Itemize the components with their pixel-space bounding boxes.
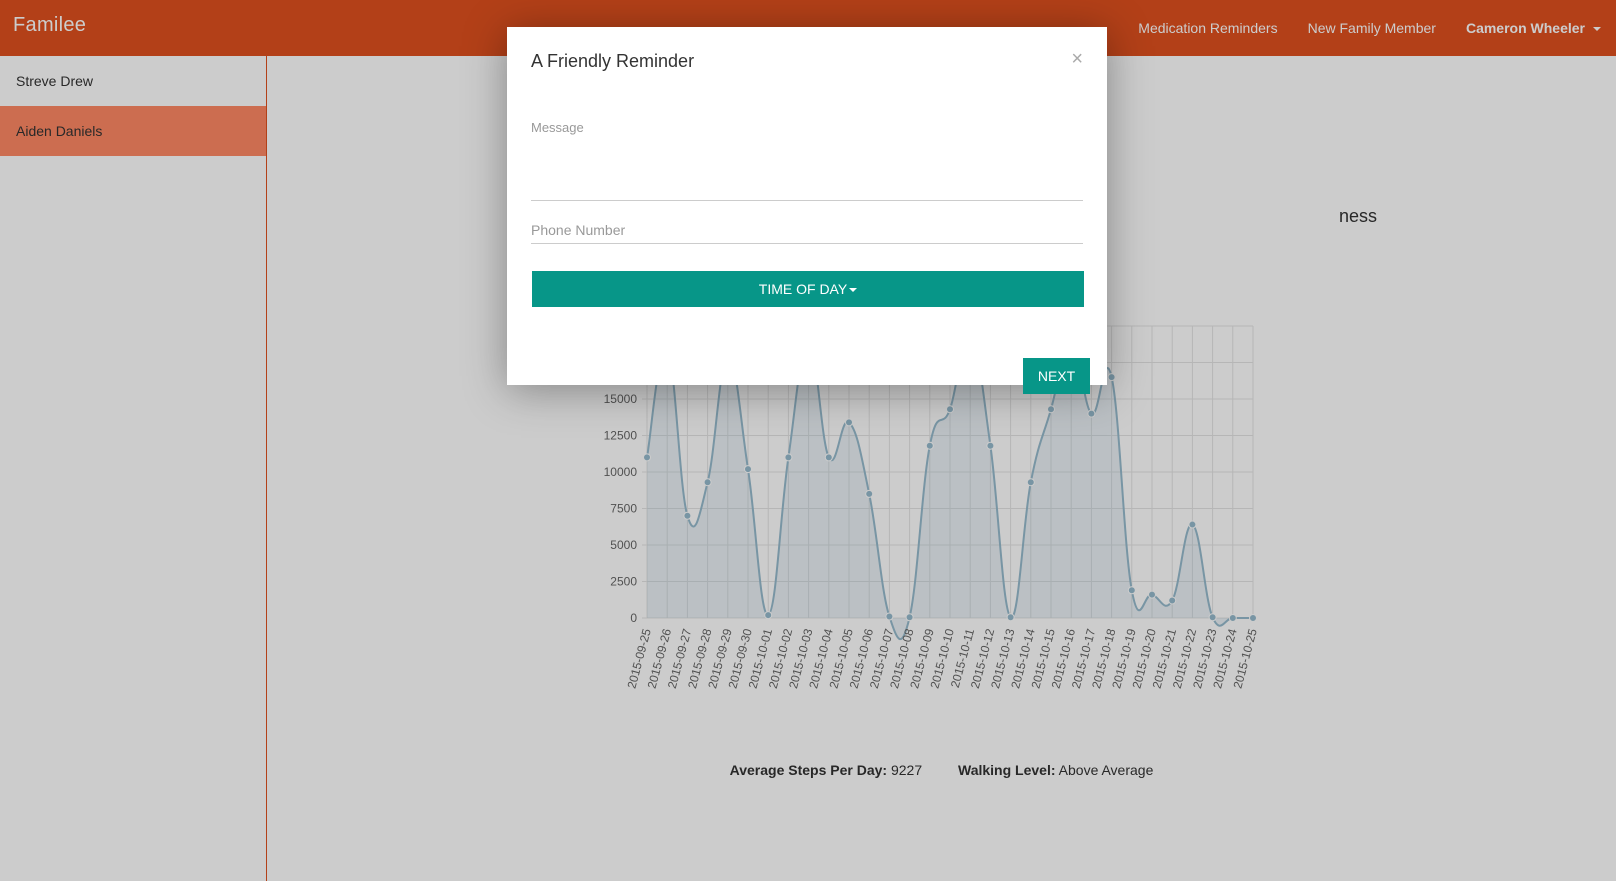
next-button[interactable]: NEXT — [1023, 358, 1090, 394]
modal-title: A Friendly Reminder — [531, 51, 695, 71]
message-textarea[interactable] — [531, 142, 1083, 201]
time-of-day-dropdown[interactable]: TIME OF DAY — [532, 271, 1084, 307]
caret-down-icon — [849, 288, 858, 293]
time-of-day-label: TIME OF DAY — [758, 281, 848, 297]
message-label: Message — [531, 120, 584, 135]
phone-number-input[interactable] — [531, 217, 1083, 244]
reminder-modal: A Friendly Reminder × Message TIME OF DA… — [507, 27, 1107, 394]
close-icon[interactable]: × — [1071, 49, 1083, 69]
